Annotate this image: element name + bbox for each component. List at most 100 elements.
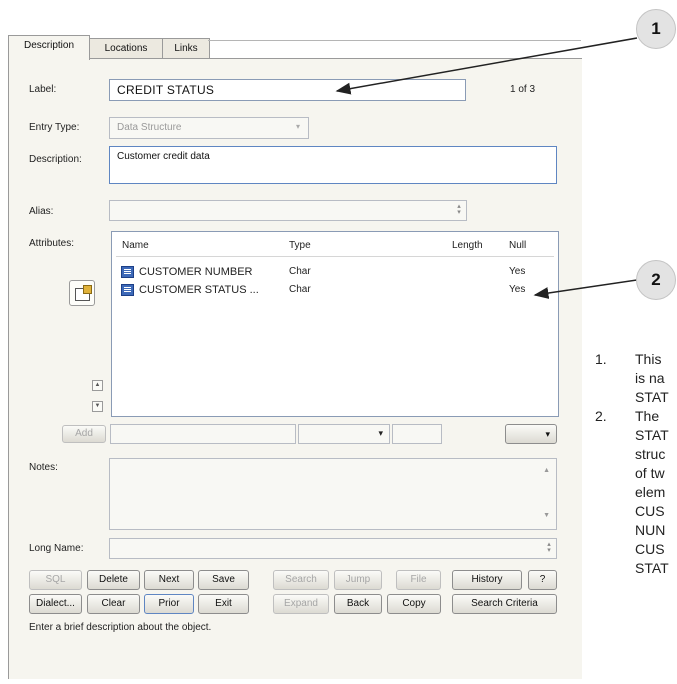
chevron-down-icon: ▾ (295, 122, 300, 131)
add-type-select[interactable]: ▾ (298, 424, 390, 444)
add-length-field[interactable] (392, 424, 442, 444)
button-label: History (471, 574, 503, 585)
column-header-null[interactable]: Null (509, 240, 526, 251)
button-label: Delete (99, 574, 128, 585)
description-value: Customer credit data (117, 151, 210, 162)
side-notes: 1. This is na STAT 2. The STAT struc of … (595, 350, 677, 684)
exit-button[interactable]: Exit (198, 594, 249, 614)
prior-button[interactable]: Prior (144, 594, 194, 614)
button-label: Jump (345, 574, 371, 585)
dialect-button[interactable]: Dialect... (29, 594, 82, 614)
record-counter: 1 of 3 (510, 84, 536, 95)
button-label: Save (212, 574, 235, 585)
note-line: STAT (635, 560, 669, 576)
table-row[interactable]: CUSTOMER NUMBER Char Yes (112, 264, 558, 280)
callout-badge-2: 2 (636, 260, 676, 300)
alias-field[interactable]: ▴ ▾ (109, 200, 467, 221)
tab-links[interactable]: Links (162, 38, 210, 59)
attribute-properties-button[interactable] (69, 280, 95, 306)
note-line: is na (635, 370, 665, 386)
note-line: elem (635, 484, 666, 500)
row-type: Char (289, 284, 311, 295)
tab-label: Description (23, 40, 75, 51)
add-null-select[interactable]: ▾ (505, 424, 557, 444)
label-field[interactable]: CREDIT STATUS (109, 79, 466, 101)
properties-icon-accent (83, 285, 92, 294)
expand-button[interactable]: Expand (273, 594, 329, 614)
long-name-caption: Long Name: (29, 543, 84, 554)
entry-type-caption: Entry Type: (29, 122, 80, 133)
button-label: ? (539, 574, 546, 585)
jump-button[interactable]: Jump (334, 570, 382, 590)
data-element-icon (121, 266, 134, 278)
note-line: This (635, 351, 662, 367)
next-button[interactable]: Next (144, 570, 194, 590)
note-number-1: 1. (595, 351, 607, 367)
note-line: The (635, 408, 660, 424)
label-value: CREDIT STATUS (117, 83, 215, 97)
notes-caption: Notes: (29, 462, 58, 473)
label-caption: Label: (29, 84, 57, 95)
entry-type-value: Data Structure (117, 122, 182, 133)
description-field[interactable]: Customer credit data (109, 146, 557, 184)
button-label: Next (158, 574, 180, 585)
tab-label: Links (174, 43, 198, 54)
alias-caption: Alias: (29, 206, 54, 217)
button-label: Expand (284, 598, 318, 609)
tab-locations[interactable]: Locations (89, 38, 163, 59)
spin-icon: ▴ ▾ (457, 203, 461, 216)
button-label: Clear (101, 598, 126, 609)
search-button[interactable]: Search (273, 570, 329, 590)
file-button[interactable]: File (396, 570, 441, 590)
notes-field[interactable]: ▲ ▼ (109, 458, 557, 530)
scroll-down-icon: ▼ (543, 512, 550, 519)
delete-button[interactable]: Delete (87, 570, 140, 590)
chevron-down-icon: ▾ (378, 428, 383, 438)
sql-button[interactable]: SQL (29, 570, 82, 590)
chevron-down-icon: ▾ (545, 429, 550, 439)
column-header-length[interactable]: Length (452, 240, 483, 251)
tab-strip-line (208, 40, 581, 41)
button-label: Copy (402, 598, 426, 609)
grid-header-divider (116, 256, 554, 257)
tab-description[interactable]: Description (8, 35, 90, 60)
search-criteria-button[interactable]: Search Criteria (452, 594, 557, 614)
note-line: of tw (635, 465, 665, 481)
add-name-field[interactable] (110, 424, 296, 444)
table-row[interactable]: CUSTOMER STATUS ... Char Yes (112, 282, 558, 298)
back-button[interactable]: Back (334, 594, 382, 614)
copy-button[interactable]: Copy (387, 594, 441, 614)
status-text: Enter a brief description about the obje… (29, 622, 212, 633)
button-label: Search Criteria (471, 598, 538, 609)
scroll-up-icon: ▲ (543, 467, 550, 474)
save-button[interactable]: Save (198, 570, 249, 590)
spin-icon: ▴ ▾ (547, 541, 551, 554)
button-label: Prior (158, 598, 180, 609)
note-line: STAT (635, 389, 669, 405)
tab-label: Locations (104, 43, 148, 54)
move-up-button[interactable]: ▲ (92, 380, 103, 391)
long-name-field[interactable]: ▴ ▾ (109, 538, 557, 559)
column-header-type[interactable]: Type (289, 240, 311, 251)
help-button[interactable]: ? (528, 570, 557, 590)
move-down-button[interactable]: ▼ (92, 401, 103, 412)
button-label: Dialect... (36, 598, 75, 609)
button-label: Back (346, 598, 370, 609)
row-null: Yes (509, 284, 526, 295)
history-button[interactable]: History (452, 570, 522, 590)
data-element-icon (121, 284, 134, 296)
attributes-grid[interactable]: Name Type Length Null CUSTOMER NUMBER Ch… (111, 231, 559, 417)
note-line: struc (635, 446, 666, 462)
row-name: CUSTOMER NUMBER (139, 266, 253, 278)
attributes-caption: Attributes: (29, 238, 75, 249)
callout-badge-1: 1 (636, 9, 676, 49)
description-caption: Description: (29, 154, 82, 165)
entry-type-select[interactable]: Data Structure ▾ (109, 117, 309, 139)
note-line: CUS (635, 541, 665, 557)
row-null: Yes (509, 266, 526, 277)
clear-button[interactable]: Clear (87, 594, 140, 614)
add-button[interactable]: Add (62, 425, 106, 443)
button-label: SQL (45, 574, 66, 585)
column-header-name[interactable]: Name (122, 240, 149, 251)
note-line: CUS (635, 503, 665, 519)
